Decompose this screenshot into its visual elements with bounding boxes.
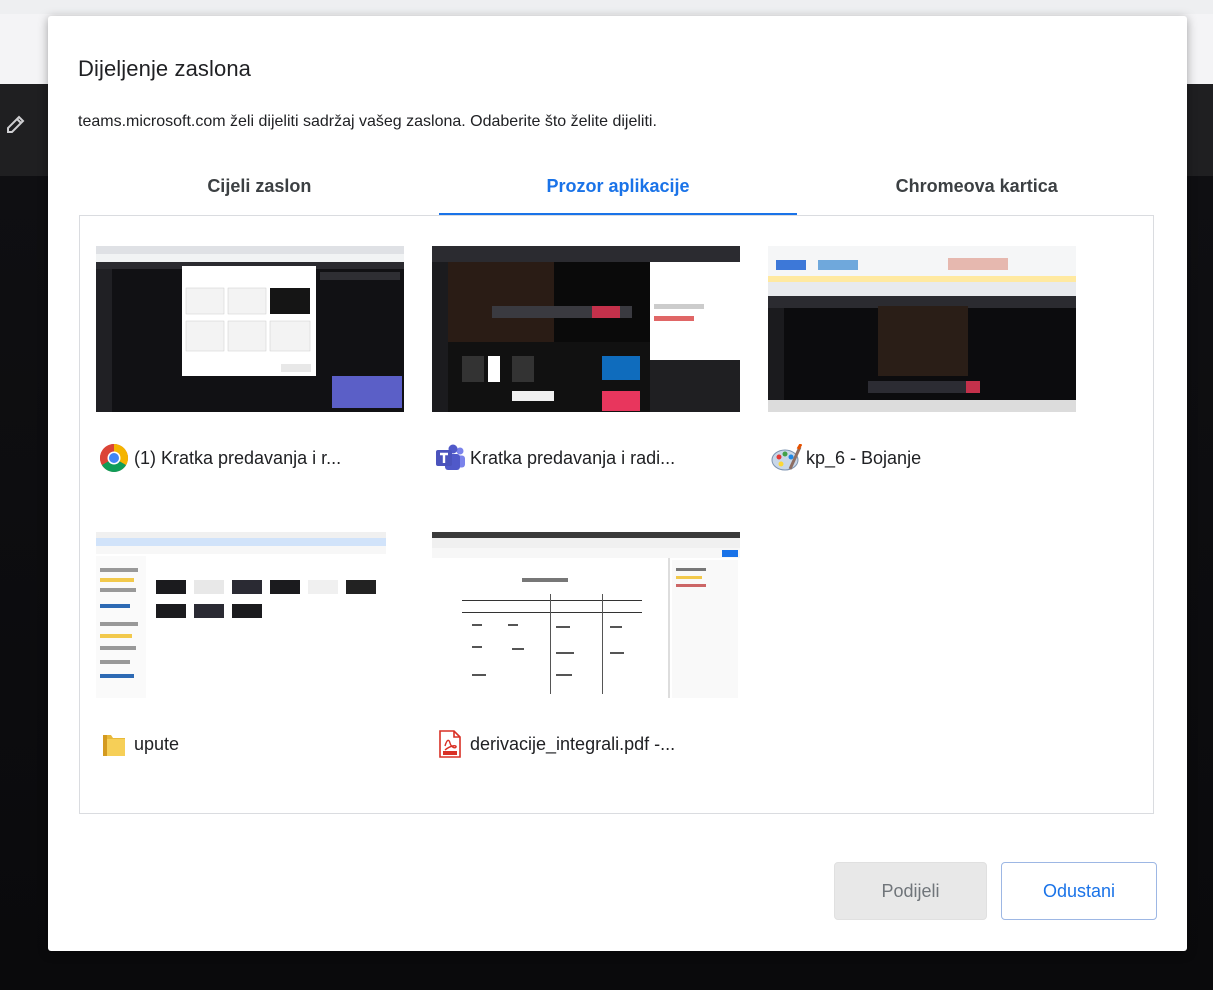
background-top-bar (0, 0, 1213, 14)
window-title: (1) Kratka predavanja i r... (134, 447, 342, 468)
tab-application-window[interactable]: Prozor aplikacije (438, 168, 798, 216)
chrome-icon (98, 444, 130, 472)
list-item[interactable]: derivacije_integrali.pdf -... (416, 502, 740, 758)
list-item[interactable]: kp_6 - Bojanje (752, 216, 1076, 471)
dialog-subtitle: teams.microsoft.com želi dijeliti sadrža… (78, 113, 657, 130)
window-thumbnail (96, 532, 404, 698)
window-thumbnail (432, 532, 740, 698)
window-label: upute (98, 730, 388, 758)
window-thumbnail (432, 246, 740, 412)
share-screen-dialog: Dijeljenje zaslona teams.microsoft.com ž… (48, 16, 1187, 951)
tab-bar: Cijeli zaslon Prozor aplikacije Chromeov… (80, 168, 1156, 216)
window-list: (1) Kratka predavanja i r... Kratka pred… (79, 215, 1154, 814)
window-label: (1) Kratka predavanja i r... (98, 444, 388, 472)
window-label: derivacije_integrali.pdf -... (434, 730, 724, 758)
tab-chrome-tab[interactable]: Chromeova kartica (797, 168, 1156, 216)
window-label: Kratka predavanja i radi... (434, 444, 724, 472)
window-title: upute (134, 733, 180, 754)
list-item[interactable]: Kratka predavanja i radi... (416, 216, 740, 470)
list-item[interactable]: upute (80, 502, 404, 756)
window-thumbnail (768, 246, 1076, 412)
edit-icon (7, 115, 25, 133)
window-title: Kratka predavanja i radi... (470, 447, 676, 468)
pdf-icon (434, 730, 466, 758)
teams-icon (434, 444, 466, 472)
list-item[interactable]: (1) Kratka predavanja i r... (80, 216, 404, 472)
window-label: kp_6 - Bojanje (770, 444, 1060, 472)
window-thumbnail (96, 246, 404, 412)
window-title: derivacije_integrali.pdf -... (470, 733, 676, 754)
folder-icon (98, 730, 130, 758)
share-button[interactable]: Podijeli (834, 862, 987, 920)
tab-entire-screen[interactable]: Cijeli zaslon (80, 168, 439, 216)
cancel-button[interactable]: Odustani (1001, 862, 1157, 920)
paint-icon (770, 444, 802, 472)
window-title: kp_6 - Bojanje (806, 447, 922, 468)
dialog-title: Dijeljenje zaslona (78, 56, 252, 81)
